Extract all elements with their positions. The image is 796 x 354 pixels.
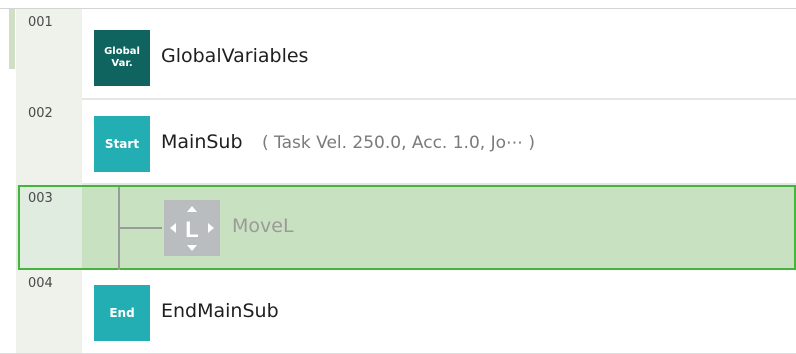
command-label: MainSub	[161, 131, 243, 153]
badge-text-line1: Global	[104, 45, 140, 57]
end-badge-icon[interactable]: End	[94, 285, 150, 341]
command-label: GlobalVariables	[161, 45, 309, 67]
tree-connector-horizontal	[120, 227, 162, 229]
line-number: 002	[28, 106, 53, 121]
move-linear-icon[interactable]: L	[164, 200, 220, 256]
line-number: 001	[28, 15, 53, 30]
line-number: 004	[28, 276, 53, 291]
badge-text: Start	[104, 136, 140, 151]
line-number-column: 004	[16, 270, 82, 353]
command-label: EndMainSub	[161, 300, 279, 322]
badge-text: End	[109, 305, 135, 320]
global-var-badge-icon[interactable]: Global Var.	[94, 30, 150, 86]
svg-text:L: L	[185, 217, 198, 242]
left-accent-bar	[9, 9, 15, 69]
start-badge-icon[interactable]: Start	[94, 116, 150, 172]
line-number-column: 002	[16, 100, 82, 185]
command-label-disabled: MoveL	[232, 215, 294, 237]
badge-text-line2: Var.	[111, 58, 133, 69]
command-params: ( Task Vel. 250.0, Acc. 1.0, Jo⋯ )	[262, 133, 536, 153]
program-tree: 001 002 003 004 Global Var. Start L End …	[0, 0, 796, 354]
line-number-column: 001	[16, 9, 82, 100]
